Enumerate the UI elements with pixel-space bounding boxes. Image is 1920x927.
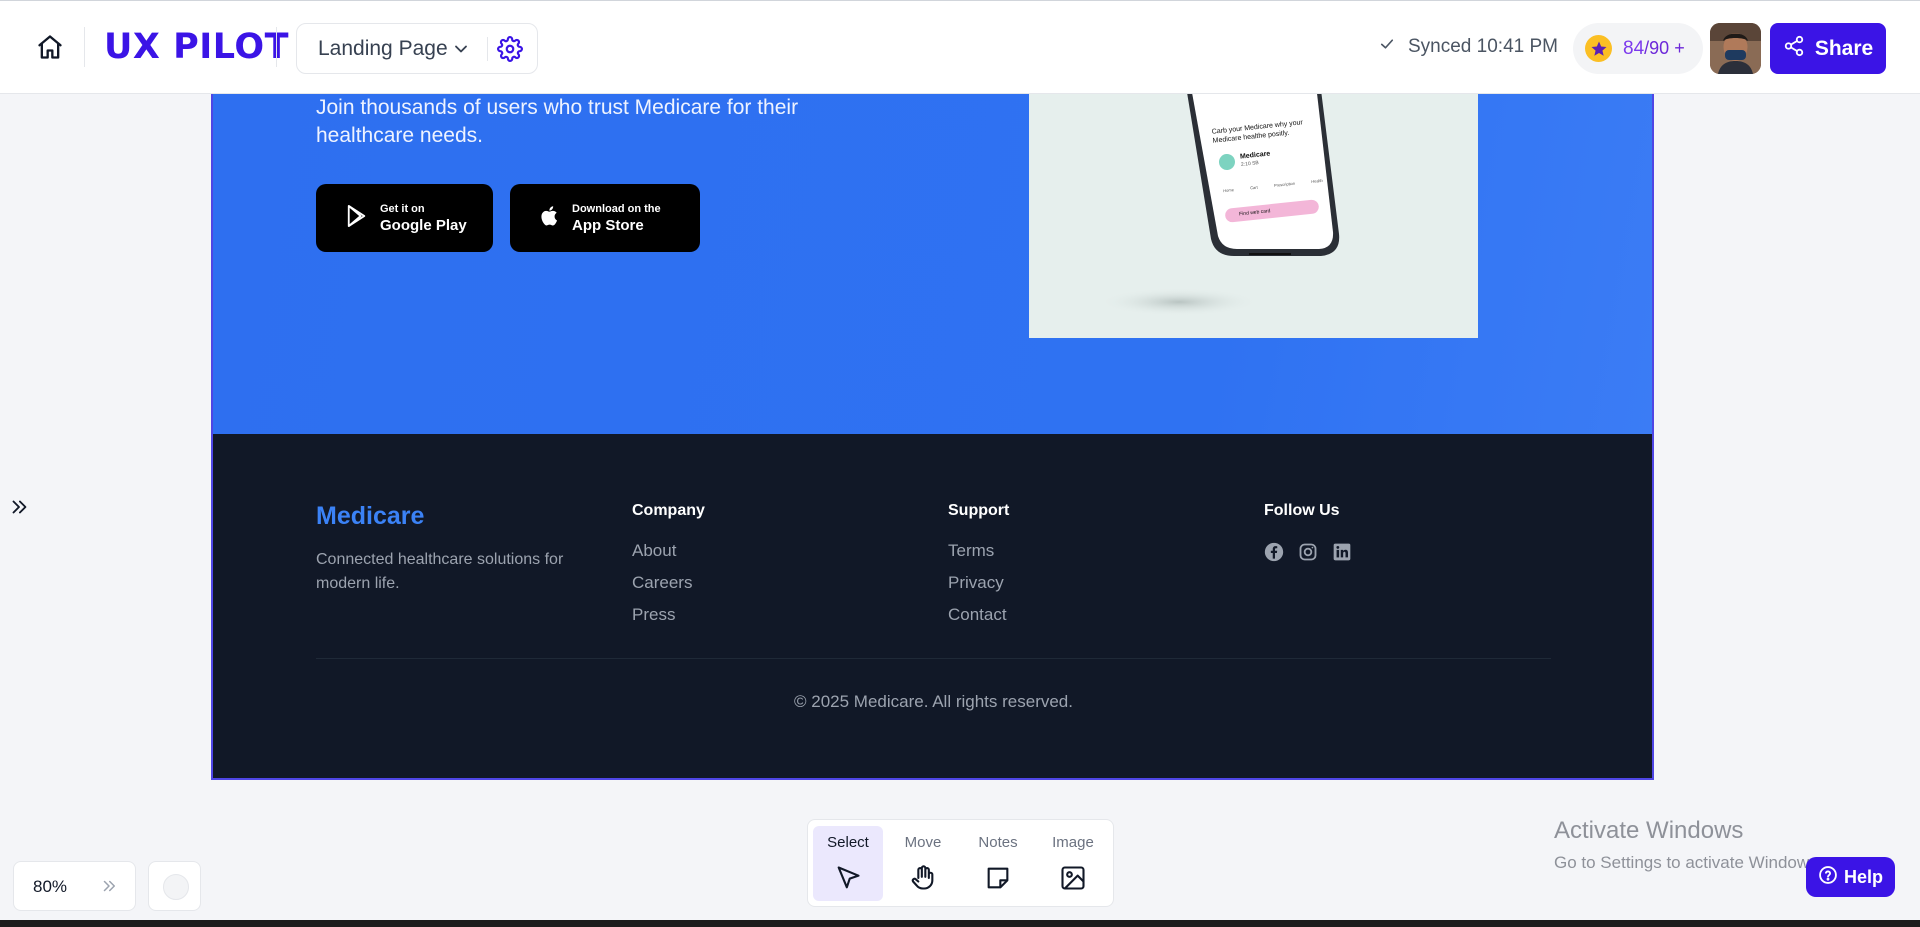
page-selector[interactable]: Landing Page bbox=[296, 23, 538, 74]
canvas-toolbar: Select Move Notes Image bbox=[807, 819, 1114, 907]
design-frame[interactable]: Join thousands of users who trust Medica… bbox=[211, 94, 1654, 780]
footer-link-privacy[interactable]: Privacy bbox=[948, 573, 1004, 593]
page-selector-label: Landing Page bbox=[318, 37, 448, 60]
divider bbox=[276, 27, 277, 67]
tool-notes[interactable]: Notes bbox=[963, 826, 1033, 901]
share-button[interactable]: Share bbox=[1770, 23, 1886, 74]
linkedin-icon[interactable] bbox=[1332, 542, 1354, 564]
instagram-icon[interactable] bbox=[1298, 542, 1320, 564]
top-bar: UX PILOT Landing Page Synced 10:41 PM 84… bbox=[0, 0, 1920, 94]
apple-icon bbox=[540, 205, 560, 232]
watermark-title: Activate Windows bbox=[1554, 817, 1744, 844]
windows-activation-watermark: Activate Windows Go to Settings to activ… bbox=[1554, 817, 1822, 873]
chevron-down-icon bbox=[451, 39, 471, 64]
footer-brand[interactable]: Medicare bbox=[316, 502, 424, 531]
image-icon bbox=[1059, 864, 1087, 892]
footer-link-about[interactable]: About bbox=[632, 541, 676, 561]
share-icon bbox=[1783, 35, 1805, 63]
google-play-big: Google Play bbox=[380, 216, 467, 234]
zoom-control[interactable]: 80% bbox=[13, 861, 136, 911]
company-heading: Company bbox=[632, 502, 705, 519]
footer-link-terms[interactable]: Terms bbox=[948, 541, 994, 561]
tool-label: Move bbox=[904, 834, 942, 851]
expand-sidebar-icon[interactable] bbox=[8, 496, 32, 520]
footer-description: Connected healthcare solutions for moder… bbox=[316, 551, 564, 592]
google-play-button[interactable]: Get it on Google Play bbox=[316, 184, 493, 252]
chevrons-right-icon[interactable] bbox=[100, 877, 118, 900]
app-store-small: Download on the bbox=[572, 202, 661, 215]
tool-label: Select bbox=[827, 834, 869, 851]
hand-icon bbox=[909, 864, 937, 892]
app-store-big: App Store bbox=[572, 216, 644, 234]
star-coin-icon bbox=[1585, 35, 1612, 62]
credits-count: 84/90 + bbox=[1623, 38, 1685, 59]
facebook-icon[interactable] bbox=[1264, 542, 1286, 564]
play-store-icon bbox=[346, 204, 368, 233]
help-label: Help bbox=[1843, 866, 1883, 887]
avatar[interactable] bbox=[1710, 23, 1761, 74]
app-store-button[interactable]: Download on the App Store bbox=[510, 184, 700, 252]
help-button[interactable]: Help bbox=[1806, 857, 1895, 897]
site-footer: Medicare Connected healthcare solutions … bbox=[213, 434, 1652, 778]
cursor-arrow-icon bbox=[834, 864, 862, 892]
footer-link-contact[interactable]: Contact bbox=[948, 605, 1007, 625]
home-icon[interactable] bbox=[34, 31, 66, 63]
credits-badge[interactable]: 84/90 + bbox=[1573, 23, 1703, 74]
check-icon bbox=[1378, 35, 1396, 59]
phone-nav-item: Cart bbox=[1249, 184, 1258, 191]
tool-label: Notes bbox=[978, 834, 1018, 851]
download-section: Join thousands of users who trust Medica… bbox=[213, 94, 1652, 434]
footer-link-careers[interactable]: Careers bbox=[632, 573, 692, 593]
os-taskbar bbox=[0, 920, 1920, 927]
note-icon bbox=[984, 864, 1012, 892]
tool-image[interactable]: Image bbox=[1038, 826, 1108, 901]
hero-tagline: Join thousands of users who trust Medica… bbox=[316, 96, 799, 147]
google-play-small: Get it on bbox=[380, 202, 425, 215]
divider bbox=[487, 37, 488, 61]
tool-label: Image bbox=[1052, 834, 1094, 851]
phone-mockup-image: Carb your Medicare why your Medicare hea… bbox=[1029, 94, 1478, 338]
sync-status-text: Synced 10:41 PM bbox=[1408, 36, 1558, 57]
follow-heading: Follow Us bbox=[1264, 502, 1340, 519]
watermark-subtitle: Go to Settings to activate Windows. bbox=[1554, 853, 1823, 872]
sync-status: Synced 10:41 PM bbox=[1378, 35, 1558, 59]
gear-icon[interactable] bbox=[497, 36, 523, 67]
share-label: Share bbox=[1814, 36, 1874, 60]
copyright-text: © 2025 Medicare. All rights reserved. bbox=[794, 692, 1073, 711]
zoom-level: 80% bbox=[33, 877, 68, 896]
support-heading: Support bbox=[948, 502, 1010, 519]
circle-icon bbox=[163, 874, 189, 900]
footer-divider bbox=[316, 658, 1551, 659]
divider bbox=[84, 27, 85, 67]
tool-select[interactable]: Select bbox=[813, 826, 883, 901]
footer-link-press[interactable]: Press bbox=[632, 605, 675, 625]
tool-move[interactable]: Move bbox=[888, 826, 958, 901]
app-logo[interactable]: UX PILOT bbox=[104, 27, 289, 67]
question-icon bbox=[1818, 865, 1838, 890]
theme-toggle-button[interactable] bbox=[148, 861, 201, 911]
